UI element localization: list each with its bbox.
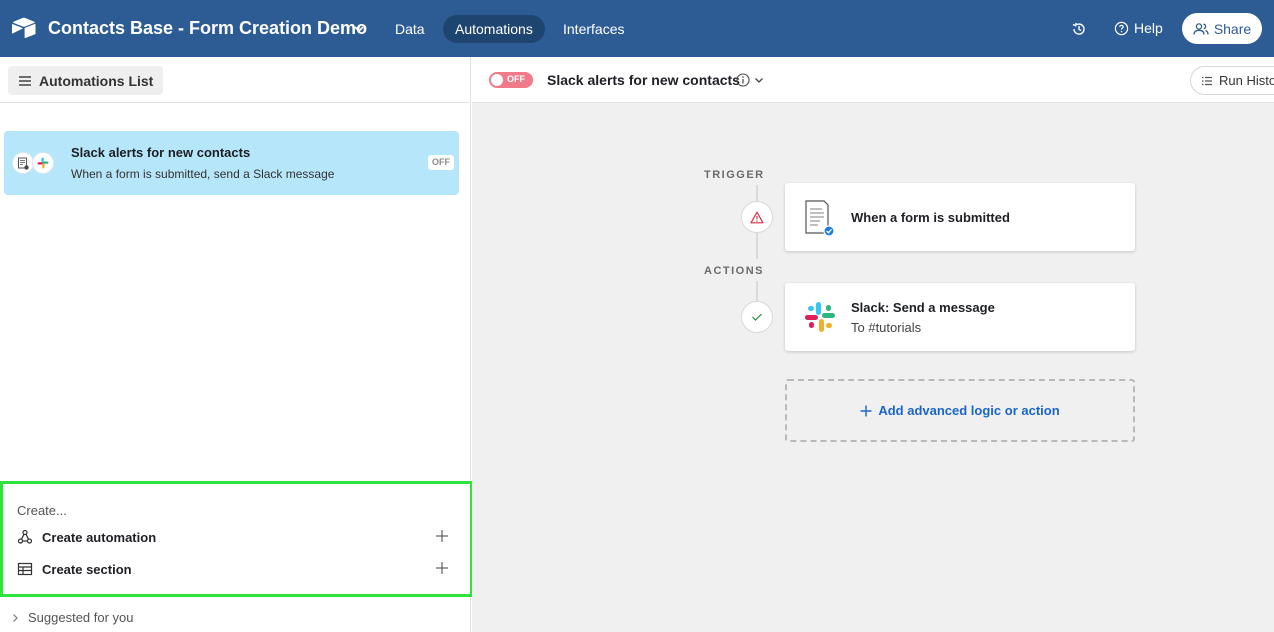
action-subtitle: To #tutorials [851, 320, 922, 335]
history-icon[interactable] [1071, 21, 1087, 37]
check-icon [752, 313, 762, 321]
top-bar: Contacts Base - Form Creation Demo Data … [0, 0, 1274, 57]
toggle-knob [491, 74, 503, 86]
info-icon[interactable] [736, 73, 750, 87]
help-button[interactable]: Help [1114, 20, 1163, 36]
plus-icon[interactable] [435, 529, 449, 543]
chevron-right-icon [13, 613, 18, 622]
action-status [741, 301, 773, 333]
add-logic-label: Add advanced logic or action [878, 403, 1060, 418]
automation-name[interactable]: Slack alerts for new contacts [547, 72, 740, 88]
automations-sidebar: Automations List Slack alerts for new co… [0, 57, 473, 632]
help-icon [1114, 21, 1129, 35]
form-icon [12, 152, 34, 174]
list-icon [1202, 76, 1212, 85]
help-label: Help [1134, 20, 1163, 36]
create-automation-label: Create automation [42, 529, 157, 545]
plus-icon[interactable] [435, 561, 449, 575]
chevron-down-icon[interactable] [352, 22, 366, 36]
create-automation-button[interactable]: Create automation [17, 526, 457, 548]
create-menu: Create... Create automation Create secti… [0, 481, 473, 597]
slack-icon [805, 302, 835, 332]
users-icon [1193, 22, 1209, 35]
automation-icon [17, 529, 33, 544]
actions-section-label: ACTIONS [704, 265, 764, 277]
airtable-logo-icon[interactable] [12, 17, 36, 39]
chevron-down-icon[interactable] [753, 74, 765, 86]
tab-interfaces[interactable]: Interfaces [551, 15, 636, 43]
automation-editor: OFF Slack alerts for new contacts Run Hi… [472, 57, 1274, 632]
create-section-button[interactable]: Create section [17, 558, 457, 580]
status-badge: OFF [428, 155, 454, 170]
create-section-label: Create section [42, 561, 132, 577]
action-card[interactable]: Slack: Send a message To #tutorials [785, 283, 1135, 351]
editor-header: OFF Slack alerts for new contacts Run Hi… [472, 57, 1274, 103]
automations-list-button[interactable]: Automations List [8, 66, 164, 95]
automation-toggle[interactable]: OFF [489, 72, 533, 88]
share-label: Share [1213, 20, 1252, 37]
trigger-section-label: TRIGGER [704, 169, 765, 181]
automation-list-item[interactable]: Slack alerts for new contacts When a for… [4, 131, 459, 195]
form-icon [805, 200, 834, 236]
table-icon [17, 562, 33, 576]
suggested-for-you-toggle[interactable]: Suggested for you [10, 610, 134, 625]
automation-title: Slack alerts for new contacts [71, 145, 251, 160]
tab-automations[interactable]: Automations [443, 15, 545, 43]
connector-line [756, 281, 758, 301]
create-menu-label: Create... [17, 503, 67, 518]
tab-data[interactable]: Data [383, 15, 437, 43]
warning-icon [750, 211, 764, 223]
trigger-title: When a form is submitted [851, 210, 1010, 225]
plus-icon [860, 405, 872, 416]
run-history-label: Run Histo [1219, 73, 1274, 88]
add-logic-or-action-button[interactable]: Add advanced logic or action [785, 379, 1135, 442]
share-button[interactable]: Share [1182, 13, 1262, 44]
base-title[interactable]: Contacts Base - Form Creation Demo [48, 18, 367, 39]
action-title: Slack: Send a message [851, 300, 995, 315]
automations-list-label: Automations List [39, 72, 154, 89]
automation-description: When a form is submitted, send a Slack m… [71, 167, 335, 181]
run-history-button[interactable]: Run Histo [1190, 66, 1274, 95]
trigger-card[interactable]: When a form is submitted [785, 183, 1135, 251]
suggested-label: Suggested for you [28, 610, 134, 625]
sidebar-header: Automations List [0, 57, 471, 103]
slack-icon [32, 152, 54, 174]
menu-icon [19, 75, 31, 86]
trigger-status [741, 201, 773, 233]
connector-line [756, 233, 758, 259]
toggle-label: OFF [507, 74, 525, 84]
